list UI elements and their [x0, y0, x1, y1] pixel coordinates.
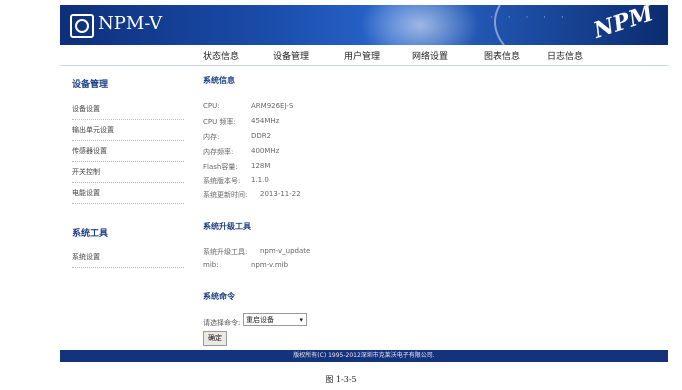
banner-dots: · · · · ·: [490, 13, 570, 23]
info-value-cpu-freq: 454MHz: [251, 117, 280, 125]
info-value-update-time: 2013-11-22: [260, 190, 301, 198]
info-value-memory: DDR2: [251, 132, 272, 140]
system-info-title: 系统信息: [203, 76, 235, 85]
sidebar-item-output-units[interactable]: 输出单元设置: [72, 125, 184, 141]
confirm-button[interactable]: 确定: [203, 331, 227, 346]
banner-glow: [360, 5, 480, 45]
footer-copyright: 版权所有(C) 1995-2012深圳市克莱沃电子有限公司.: [60, 350, 668, 362]
top-nav: 状态信息 设备管理 用户管理 网络设置 图表信息 日志信息: [60, 45, 668, 66]
nav-status[interactable]: 状态信息: [203, 49, 239, 62]
nav-logs[interactable]: 日志信息: [547, 49, 583, 62]
info-label-update-time: 系统更新时间:: [203, 191, 248, 199]
logo-icon: [70, 14, 94, 38]
info-label-memory: 内存:: [203, 133, 220, 141]
nav-device[interactable]: 设备管理: [273, 49, 309, 62]
sidebar-item-system-settings[interactable]: 系统设置: [72, 252, 184, 268]
sidebar-item-sensors[interactable]: 传感器设置: [72, 146, 184, 162]
command-select[interactable]: 重启设备 ▾: [243, 313, 307, 326]
info-label-cpu: CPU:: [203, 102, 220, 110]
nav-network[interactable]: 网络设置: [412, 49, 448, 62]
info-label-memory-freq: 内存频率:: [203, 148, 234, 156]
sidebar-heading-tools: 系统工具: [72, 229, 109, 239]
upgrade-label-mib: mib:: [203, 261, 219, 269]
info-value-cpu: ARM926EJ-S: [251, 102, 294, 110]
command-select-value: 重启设备: [246, 316, 274, 324]
upgrade-label-tool: 系统升级工具:: [203, 248, 248, 256]
upgrade-value-mib: npm-v.mib: [251, 261, 289, 269]
info-value-version: 1.1.0: [251, 176, 269, 184]
app-window: · · · · · NPM-V NPM 状态信息 设备管理 用户管理 网络设置 …: [60, 5, 668, 362]
upgrade-value-tool: npm-v_update: [260, 247, 311, 255]
info-value-flash: 128M: [251, 162, 271, 170]
info-label-version: 系统版本号:: [203, 177, 241, 185]
system-command-title: 系统命令: [203, 292, 235, 301]
nav-user[interactable]: 用户管理: [344, 49, 380, 62]
chevron-down-icon: ▾: [299, 316, 303, 324]
sidebar-item-power[interactable]: 电能设置: [72, 188, 184, 204]
sidebar-heading-device: 设备管理: [72, 80, 109, 90]
info-label-cpu-freq: CPU 频率:: [203, 118, 236, 126]
info-label-flash: Flash容量:: [203, 163, 238, 171]
app-title: NPM-V: [98, 13, 163, 34]
figure-caption: 图 1-3-5: [325, 375, 357, 384]
command-label: 请选择命令:: [203, 319, 241, 327]
header-banner: · · · · · NPM-V NPM: [60, 5, 668, 45]
sidebar-item-switch-control[interactable]: 开关控制: [72, 167, 184, 183]
sidebar-item-device-settings[interactable]: 设备设置: [72, 104, 184, 120]
nav-charts[interactable]: 图表信息: [484, 49, 520, 62]
upgrade-tool-title: 系统升级工具: [203, 222, 251, 231]
info-value-memory-freq: 400MHz: [251, 147, 280, 155]
